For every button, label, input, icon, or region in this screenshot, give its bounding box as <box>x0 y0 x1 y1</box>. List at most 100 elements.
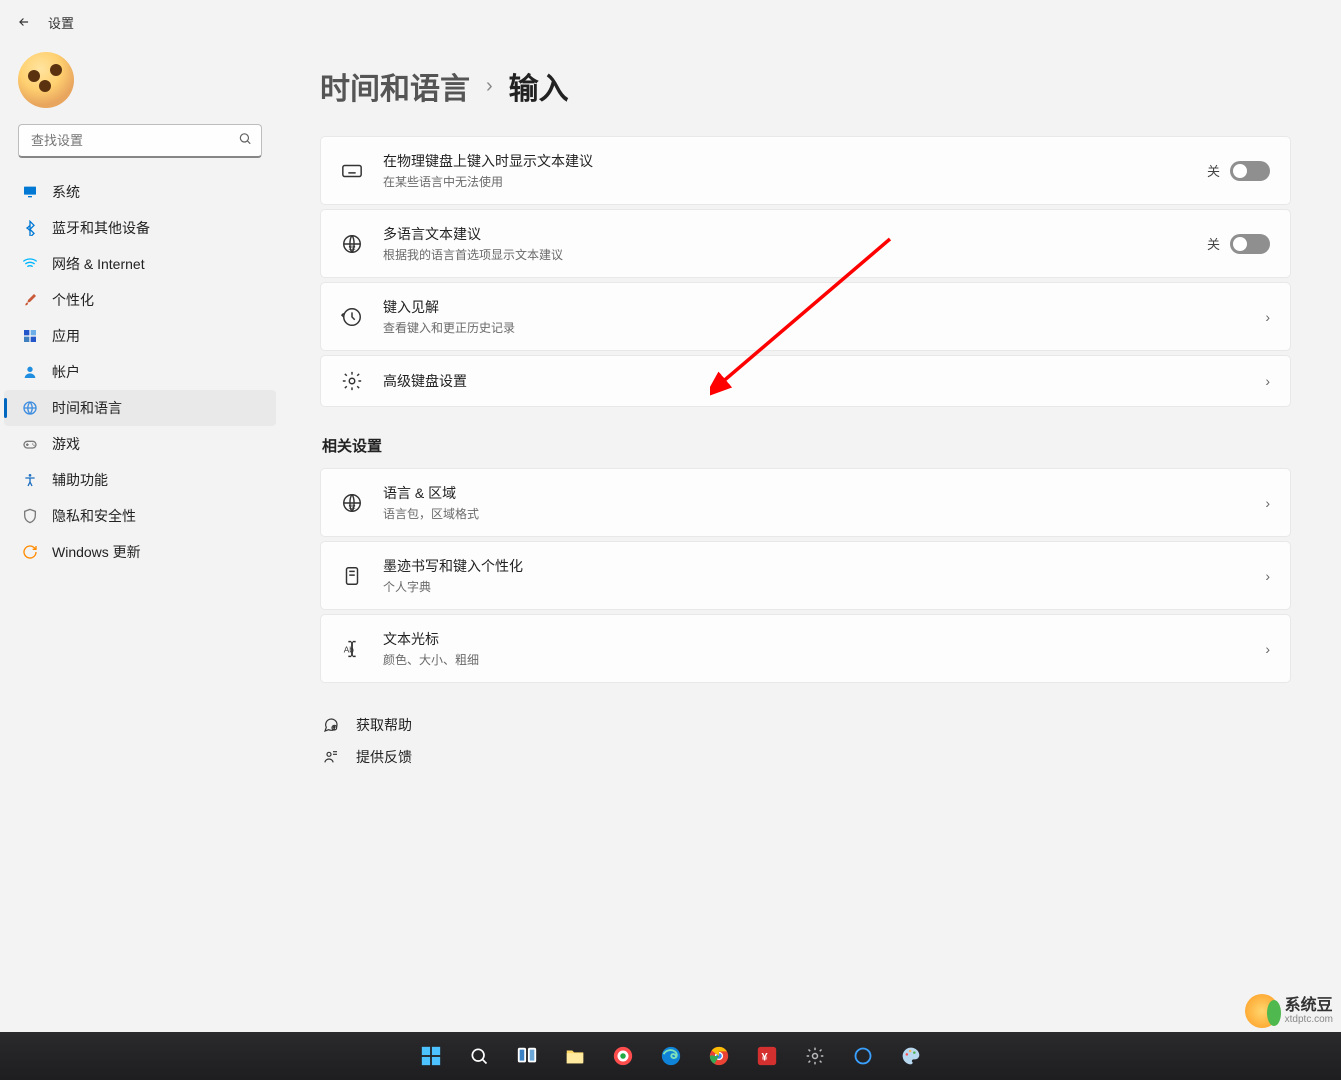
sidebar-item-user[interactable]: 帐户 <box>4 354 276 390</box>
setting-card-keyboard[interactable]: 在物理键盘上键入时显示文本建议在某些语言中无法使用 关 <box>320 136 1291 205</box>
update-icon <box>22 544 38 560</box>
app-icon-1[interactable] <box>603 1036 643 1076</box>
svg-text:字: 字 <box>348 244 355 253</box>
setting-card-history[interactable]: 键入见解查看键入和更正历史记录 › <box>320 282 1291 351</box>
sidebar-item-gamepad[interactable]: 游戏 <box>4 426 276 462</box>
bluetooth-icon <box>22 220 38 236</box>
sidebar-item-label: 游戏 <box>52 434 80 454</box>
file-explorer-icon[interactable] <box>555 1036 595 1076</box>
sidebar-item-label: 网络 & Internet <box>52 254 145 274</box>
chevron-right-icon: › <box>1265 309 1270 325</box>
svg-text:字: 字 <box>348 503 355 512</box>
svg-text:Ab: Ab <box>344 645 355 654</box>
card-title: 文本光标 <box>383 629 1245 649</box>
accessibility-icon <box>22 472 38 488</box>
history-icon <box>341 306 363 328</box>
card-title: 高级键盘设置 <box>383 371 1245 391</box>
card-subtitle: 查看键入和更正历史记录 <box>383 319 1245 336</box>
edge-icon[interactable] <box>651 1036 691 1076</box>
sidebar-item-update[interactable]: Windows 更新 <box>4 534 276 570</box>
card-subtitle: 在某些语言中无法使用 <box>383 173 1187 190</box>
chevron-right-icon: › <box>1265 373 1270 389</box>
back-button[interactable] <box>16 14 32 30</box>
card-title: 多语言文本建议 <box>383 224 1187 244</box>
taskbar: ¥ <box>0 1032 1341 1080</box>
setting-card-gear[interactable]: 高级键盘设置 › <box>320 355 1291 407</box>
settings-icon[interactable] <box>795 1036 835 1076</box>
sidebar-item-label: 个性化 <box>52 290 94 310</box>
toggle-switch[interactable] <box>1230 161 1270 181</box>
brush-icon <box>22 292 38 308</box>
sidebar-item-shield[interactable]: 隐私和安全性 <box>4 498 276 534</box>
taskbar-search-icon[interactable] <box>459 1036 499 1076</box>
wifi-icon <box>22 256 38 272</box>
task-view-icon[interactable] <box>507 1036 547 1076</box>
get-help-link[interactable]: ? 获取帮助 <box>320 709 1291 741</box>
related-settings-header: 相关设置 <box>322 435 1291 456</box>
sidebar-item-label: 系统 <box>52 182 80 202</box>
svg-text:?: ? <box>333 726 335 730</box>
help-icon: ? <box>322 716 340 734</box>
search-input[interactable] <box>18 124 262 158</box>
cortana-icon[interactable] <box>843 1036 883 1076</box>
card-subtitle: 个人字典 <box>383 578 1245 595</box>
cursor-icon: Ab <box>341 638 363 660</box>
search-icon <box>238 132 252 151</box>
monitor-icon <box>22 184 38 200</box>
device-icon <box>341 565 363 587</box>
apps-icon <box>22 328 38 344</box>
sidebar-item-brush[interactable]: 个性化 <box>4 282 276 318</box>
setting-card-lang-globe[interactable]: 字 语言 & 区域语言包，区域格式 › <box>320 468 1291 537</box>
get-help-label: 获取帮助 <box>356 715 412 735</box>
keyboard-icon <box>341 160 363 182</box>
give-feedback-link[interactable]: 提供反馈 <box>320 741 1291 773</box>
toggle-state-label: 关 <box>1207 161 1220 180</box>
sidebar-item-accessibility[interactable]: 辅助功能 <box>4 462 276 498</box>
sidebar-item-label: 帐户 <box>52 362 80 382</box>
sidebar: 系统蓝牙和其他设备网络 & Internet 个性化应用帐户时间和语言游戏辅助功能… <box>0 44 280 1032</box>
paint-icon[interactable] <box>891 1036 931 1076</box>
user-avatar[interactable] <box>18 52 74 108</box>
globe-icon <box>22 400 38 416</box>
toggle-switch[interactable] <box>1230 234 1270 254</box>
chevron-right-icon: › <box>1265 641 1270 657</box>
sidebar-item-label: 应用 <box>52 326 80 346</box>
chevron-right-icon: › <box>1265 568 1270 584</box>
lang-globe-icon: 字 <box>341 233 363 255</box>
user-icon <box>22 364 38 380</box>
toggle-state-label: 关 <box>1207 234 1220 253</box>
card-subtitle: 语言包，区域格式 <box>383 505 1245 522</box>
card-title: 墨迹书写和键入个性化 <box>383 556 1245 576</box>
chevron-right-icon: › <box>486 75 493 98</box>
app-icon-2[interactable]: ¥ <box>747 1036 787 1076</box>
sidebar-item-monitor[interactable]: 系统 <box>4 174 276 210</box>
sidebar-item-label: 隐私和安全性 <box>52 506 136 526</box>
sidebar-item-globe[interactable]: 时间和语言 <box>4 390 276 426</box>
setting-card-lang-globe[interactable]: 字多语言文本建议根据我的语言首选项显示文本建议关 <box>320 209 1291 278</box>
window-title: 设置 <box>48 13 74 32</box>
card-title: 键入见解 <box>383 297 1245 317</box>
sidebar-item-apps[interactable]: 应用 <box>4 318 276 354</box>
card-title: 语言 & 区域 <box>383 483 1245 503</box>
card-subtitle: 颜色、大小、粗细 <box>383 651 1245 668</box>
breadcrumb-parent[interactable]: 时间和语言 <box>320 64 470 108</box>
feedback-icon <box>322 748 340 766</box>
sidebar-item-label: Windows 更新 <box>52 542 141 562</box>
chevron-right-icon: › <box>1265 495 1270 511</box>
gamepad-icon <box>22 436 38 452</box>
breadcrumb-current: 输入 <box>509 64 569 108</box>
sidebar-item-bluetooth[interactable]: 蓝牙和其他设备 <box>4 210 276 246</box>
setting-card-device[interactable]: 墨迹书写和键入个性化个人字典 › <box>320 541 1291 610</box>
sidebar-item-wifi[interactable]: 网络 & Internet <box>4 246 276 282</box>
sidebar-item-label: 蓝牙和其他设备 <box>52 218 150 238</box>
breadcrumb: 时间和语言 › 输入 <box>320 64 1291 108</box>
chrome-icon[interactable] <box>699 1036 739 1076</box>
start-button[interactable] <box>411 1036 451 1076</box>
svg-text:¥: ¥ <box>761 1052 768 1064</box>
sidebar-item-label: 时间和语言 <box>52 398 122 418</box>
watermark: 系统豆xtdptc.com <box>1245 994 1333 1028</box>
card-title: 在物理键盘上键入时显示文本建议 <box>383 151 1187 171</box>
shield-icon <box>22 508 38 524</box>
content-area: 时间和语言 › 输入 在物理键盘上键入时显示文本建议在某些语言中无法使用关字多语… <box>280 44 1341 1032</box>
setting-card-cursor[interactable]: Ab 文本光标颜色、大小、粗细 › <box>320 614 1291 683</box>
